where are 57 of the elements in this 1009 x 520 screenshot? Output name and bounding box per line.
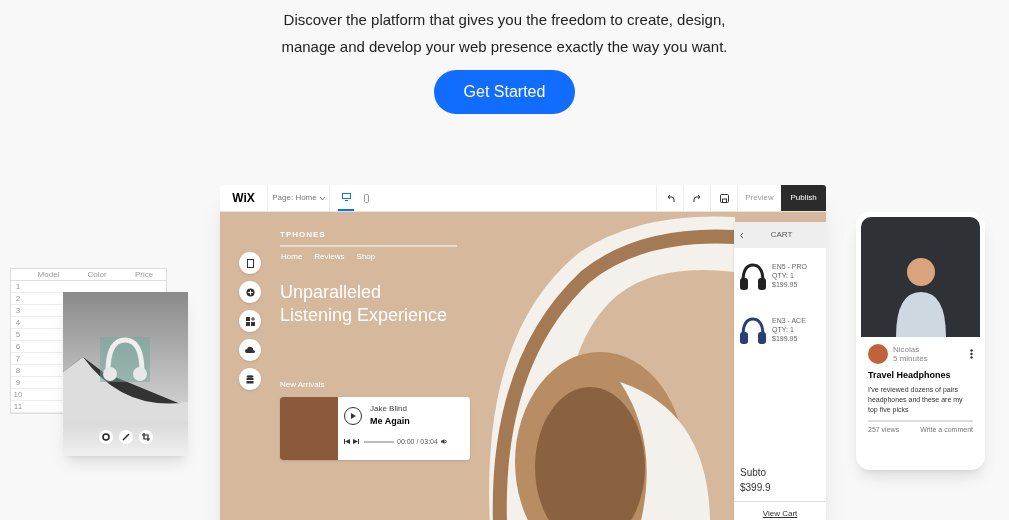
row-number: 8 [14,366,22,375]
tool-button[interactable] [239,310,261,332]
play-icon [350,412,356,419]
tool-button[interactable] [239,252,261,274]
post-title: Travel Headphones [867,369,952,382]
hero-text: manage and develop your web presence exactly the way you want. [281,37,728,57]
database-icon [246,374,254,384]
hero-text: Discover the platform that gives you the freedom to create, design, [283,10,726,30]
column-header: Price [133,269,155,281]
subtotal-amount: $399.9 [739,481,772,495]
mobile-icon [363,193,369,203]
previous-icon[interactable] [344,439,350,445]
cloud-upload-icon [245,346,255,354]
progress-track[interactable] [364,440,394,443]
avatar [868,344,888,364]
column-header: Color [86,269,108,281]
more-icon[interactable] [970,349,973,359]
row-number: 9 [14,378,22,387]
next-icon[interactable] [353,439,359,445]
site-headline: Unparalleled [280,281,383,304]
publish-button[interactable]: Publish [781,185,826,211]
desktop-icon [341,193,351,201]
get-started-button[interactable]: Get Started [434,70,575,114]
row-number: 4 [14,318,22,327]
row-number: 11 [12,402,24,411]
artist-name: Jake Blind [370,403,408,415]
crop-icon[interactable] [138,430,153,444]
row-number: 2 [14,294,22,303]
tool-button[interactable] [239,339,261,361]
row-number: 1 [14,282,22,291]
plus-icon [245,287,255,297]
caret-icon [319,196,325,200]
page-dropdown[interactable]: Page: Home [268,185,330,211]
speaker-icon[interactable] [440,439,447,445]
track-title: Me Again [370,415,410,428]
post-time: 5 minutes [893,354,928,363]
row-number: 3 [14,306,22,315]
tool-button[interactable] [239,281,261,303]
site-brand: TPHONES [280,229,327,241]
row-number: 6 [14,342,22,351]
tool-button[interactable] [239,368,261,390]
cart-title: CART [769,229,794,241]
subtotal-label: Subto [739,466,768,480]
row-number: 7 [14,354,22,363]
site-headline: Listening Experience [280,304,449,327]
row-number: 5 [14,330,22,339]
logo: WiX [220,185,268,211]
view-cart-link[interactable]: View Cart [762,507,798,520]
photo-placeholder [280,397,338,460]
apps-icon [245,316,255,326]
row-number: 10 [12,390,24,399]
section-label: New Arrivals [280,379,326,391]
pen-icon[interactable] [118,430,133,444]
back-icon[interactable] [740,232,743,238]
column-header: Model [36,269,61,281]
page-icon [245,258,255,268]
author-name: Nicolas [893,345,921,354]
